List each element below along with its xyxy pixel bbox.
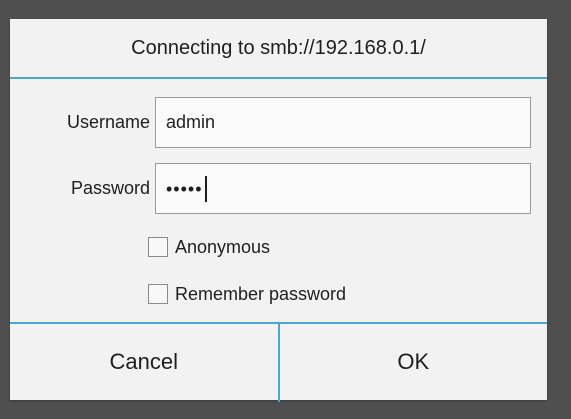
connection-dialog: Connecting to smb://192.168.0.1/ Usernam…	[10, 19, 547, 402]
username-row: Username admin	[10, 97, 547, 148]
anonymous-label: Anonymous	[175, 236, 271, 257]
anonymous-option[interactable]: Anonymous	[148, 234, 270, 260]
username-label: Username	[66, 112, 150, 132]
password-value: •••••	[166, 178, 203, 199]
username-input[interactable]: admin	[155, 97, 531, 148]
remember-password-label: Remember password	[175, 283, 347, 304]
password-input[interactable]: •••••	[155, 163, 531, 214]
ok-button[interactable]: OK	[280, 324, 548, 402]
dialog-title: Connecting to smb://192.168.0.1/	[10, 19, 547, 79]
password-row: Password •••••	[10, 163, 547, 214]
cancel-button[interactable]: Cancel	[10, 324, 280, 402]
remember-password-checkbox[interactable]	[148, 284, 168, 304]
anonymous-checkbox[interactable]	[148, 237, 168, 257]
username-value: admin	[166, 112, 216, 132]
remember-password-option[interactable]: Remember password	[148, 281, 346, 307]
dialog-button-bar: Cancel OK	[10, 322, 547, 402]
password-label: Password	[70, 178, 150, 198]
text-caret	[204, 176, 207, 203]
